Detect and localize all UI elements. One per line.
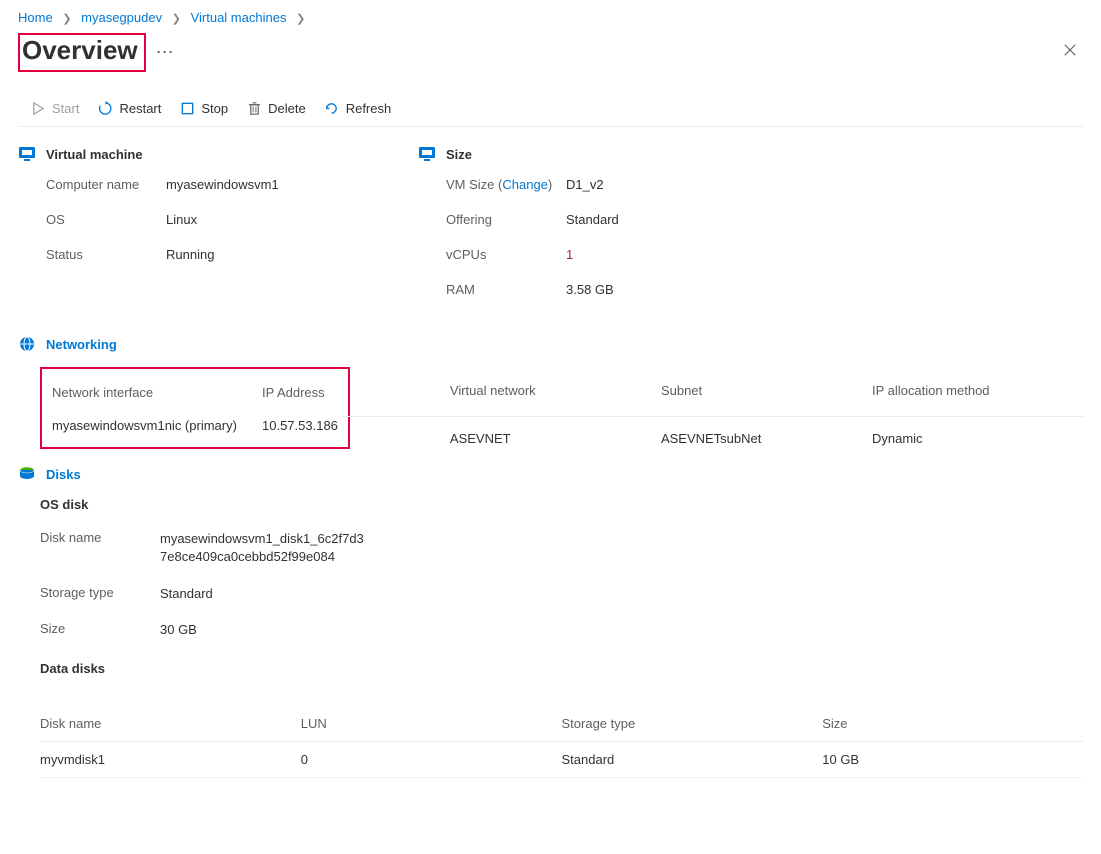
refresh-button[interactable]: Refresh	[324, 100, 392, 116]
change-size-link[interactable]: Change	[502, 177, 548, 192]
restart-icon	[97, 100, 113, 116]
disk-name-label: Disk name	[40, 530, 160, 566]
restart-label: Restart	[119, 101, 161, 116]
dd-lun-header: LUN	[301, 716, 562, 731]
ip-header: IP Address	[262, 385, 325, 400]
refresh-icon	[324, 100, 340, 116]
vnet-header: Virtual network	[450, 383, 661, 398]
subnet-value: ASEVNETsubNet	[661, 431, 872, 446]
os-value: Linux	[166, 212, 197, 227]
disk-size-value: 30 GB	[160, 621, 197, 639]
more-actions-button[interactable]: ⋯	[156, 42, 174, 63]
play-icon	[30, 100, 46, 116]
delete-label: Delete	[268, 101, 306, 116]
disk-size-label: Size	[40, 621, 160, 639]
page-title-highlight: Overview	[18, 33, 146, 72]
offering-label: Offering	[446, 212, 566, 227]
storage-type-label: Storage type	[40, 585, 160, 603]
networking-section-header[interactable]: Networking	[18, 335, 1083, 353]
os-disk-heading: OS disk	[40, 497, 1083, 512]
dd-storage-value: Standard	[562, 752, 823, 767]
nic-value: myasewindowsvm1nic (primary)	[52, 418, 242, 433]
vm-icon	[18, 145, 36, 163]
command-bar: Start Restart Stop Delete Refresh	[18, 86, 1083, 127]
computer-name-value: myasewindowsvm1	[166, 177, 279, 192]
close-icon	[1063, 43, 1077, 57]
size-section-header: Size	[418, 145, 1083, 163]
close-button[interactable]	[1057, 37, 1083, 68]
vm-section-header: Virtual machine	[18, 145, 378, 163]
size-icon	[418, 145, 436, 163]
disk-name-value: myasewindowsvm1_disk1_6c2f7d37e8ce409ca0…	[160, 530, 370, 566]
refresh-label: Refresh	[346, 101, 392, 116]
offering-value: Standard	[566, 212, 619, 227]
computer-name-label: Computer name	[46, 177, 166, 192]
vmsize-label: VM Size (Change)	[446, 177, 566, 192]
vnet-value: ASEVNET	[450, 431, 661, 446]
datadisk-row[interactable]: myvmdisk1 0 Standard 10 GB	[40, 742, 1083, 778]
networking-icon	[18, 335, 36, 353]
vmsize-label-text: VM Size	[446, 177, 494, 192]
page-title: Overview	[22, 35, 138, 66]
disks-section-title: Disks	[46, 467, 81, 482]
disks-icon	[18, 465, 36, 483]
stop-label: Stop	[201, 101, 228, 116]
ram-value: 3.58 GB	[566, 282, 614, 297]
dd-lun-value: 0	[301, 752, 562, 767]
storage-type-value: Standard	[160, 585, 213, 603]
vcpus-label: vCPUs	[446, 247, 566, 262]
breadcrumb-resource[interactable]: myasegpudev	[81, 10, 162, 25]
ram-label: RAM	[446, 282, 566, 297]
alloc-header: IP allocation method	[872, 383, 1083, 398]
status-value: Running	[166, 247, 214, 262]
dd-size-header: Size	[822, 716, 1083, 731]
subnet-header: Subnet	[661, 383, 872, 398]
dd-storage-header: Storage type	[562, 716, 823, 731]
dd-size-value: 10 GB	[822, 752, 1083, 767]
data-disks-heading: Data disks	[40, 661, 1083, 676]
networking-highlight-box: Network interface IP Address myasewindow…	[40, 367, 350, 449]
breadcrumb: Home ❯ myasegpudev ❯ Virtual machines ❯	[18, 4, 1083, 33]
dd-name-value: myvmdisk1	[40, 752, 301, 767]
chevron-right-icon: ❯	[172, 13, 181, 25]
stop-icon	[179, 100, 195, 116]
datadisk-table-header: Disk name LUN Storage type Size	[40, 706, 1083, 742]
delete-button[interactable]: Delete	[246, 100, 306, 116]
start-button: Start	[30, 100, 79, 116]
chevron-right-icon: ❯	[296, 13, 305, 25]
networking-section-title: Networking	[46, 337, 117, 352]
restart-button[interactable]: Restart	[97, 100, 161, 116]
breadcrumb-home[interactable]: Home	[18, 10, 53, 25]
dd-name-header: Disk name	[40, 716, 301, 731]
chevron-right-icon: ❯	[62, 13, 71, 25]
size-section-title: Size	[446, 147, 472, 162]
alloc-value: Dynamic	[872, 431, 1083, 446]
nic-header: Network interface	[52, 385, 242, 400]
vmsize-value: D1_v2	[566, 177, 604, 192]
breadcrumb-vms[interactable]: Virtual machines	[191, 10, 287, 25]
stop-button[interactable]: Stop	[179, 100, 228, 116]
status-label: Status	[46, 247, 166, 262]
start-label: Start	[52, 101, 79, 116]
delete-icon	[246, 100, 262, 116]
vm-section-title: Virtual machine	[46, 147, 143, 162]
vcpus-value: 1	[566, 247, 573, 262]
ip-value: 10.57.53.186	[262, 418, 338, 433]
disks-section-header[interactable]: Disks	[18, 465, 1083, 483]
os-label: OS	[46, 212, 166, 227]
